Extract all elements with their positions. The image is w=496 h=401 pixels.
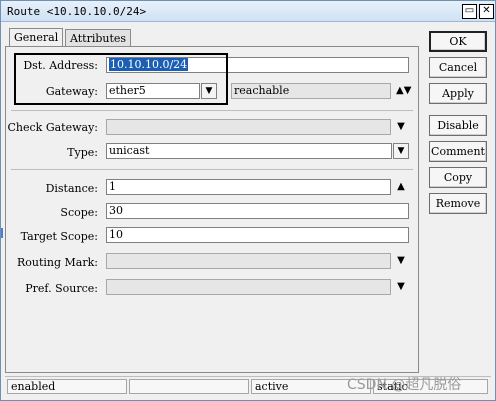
side-marker <box>1 228 3 238</box>
scope-field[interactable]: 30 <box>106 203 409 219</box>
close-icon[interactable]: ✕ <box>479 4 494 19</box>
apply-button[interactable]: Apply <box>429 83 487 104</box>
status-empty <box>129 379 249 394</box>
comment-button[interactable]: Comment <box>429 141 487 162</box>
restore-icon[interactable]: ▭ <box>462 4 477 19</box>
distance-collapse-icon[interactable]: ▲ <box>395 180 407 194</box>
gateway-updown-icon[interactable]: ▲▼ <box>396 84 411 98</box>
routing-mark-label: Routing Mark: <box>16 256 98 269</box>
gateway-status-field: reachable <box>231 83 391 99</box>
type-dropdown-icon[interactable]: ▼ <box>393 143 409 159</box>
remove-button[interactable]: Remove <box>429 193 487 214</box>
copy-button[interactable]: Copy <box>429 167 487 188</box>
title-bar[interactable]: Route <10.10.10.0/24> ▭ ✕ <box>1 1 495 22</box>
check-gateway-field[interactable] <box>106 119 391 135</box>
pref-source-label: Pref. Source: <box>25 282 98 295</box>
disable-button[interactable]: Disable <box>429 115 487 136</box>
pref-source-field[interactable] <box>106 279 391 295</box>
highlight-box <box>14 53 228 105</box>
routing-mark-field[interactable] <box>106 253 391 269</box>
type-field[interactable]: unicast <box>106 143 392 159</box>
watermark: CSDN @超凡脱俗 <box>347 377 462 393</box>
target-scope-field[interactable]: 10 <box>106 227 409 243</box>
scope-label: Scope: <box>60 206 98 219</box>
divider <box>11 169 413 170</box>
cancel-button[interactable]: Cancel <box>429 57 487 78</box>
target-scope-label: Target Scope: <box>20 230 98 243</box>
check-gateway-label: Check Gateway: <box>7 121 98 134</box>
tab-general[interactable]: General <box>9 28 64 46</box>
type-label: Type: <box>67 146 98 159</box>
tab-attributes[interactable]: Attributes <box>65 29 132 47</box>
pref-source-dropdown-icon[interactable]: ▼ <box>395 280 407 294</box>
distance-field[interactable]: 1 <box>106 179 391 195</box>
distance-label: Distance: <box>45 182 98 195</box>
divider <box>11 110 413 111</box>
route-window: Route <10.10.10.0/24> ▭ ✕ General Attrib… <box>0 0 496 401</box>
window-title: Route <10.10.10.0/24> <box>7 5 147 18</box>
routing-mark-dropdown-icon[interactable]: ▼ <box>395 254 407 268</box>
ok-button[interactable]: OK <box>429 31 487 52</box>
check-gateway-dropdown-icon[interactable]: ▼ <box>395 120 407 134</box>
status-enabled: enabled <box>7 379 127 394</box>
